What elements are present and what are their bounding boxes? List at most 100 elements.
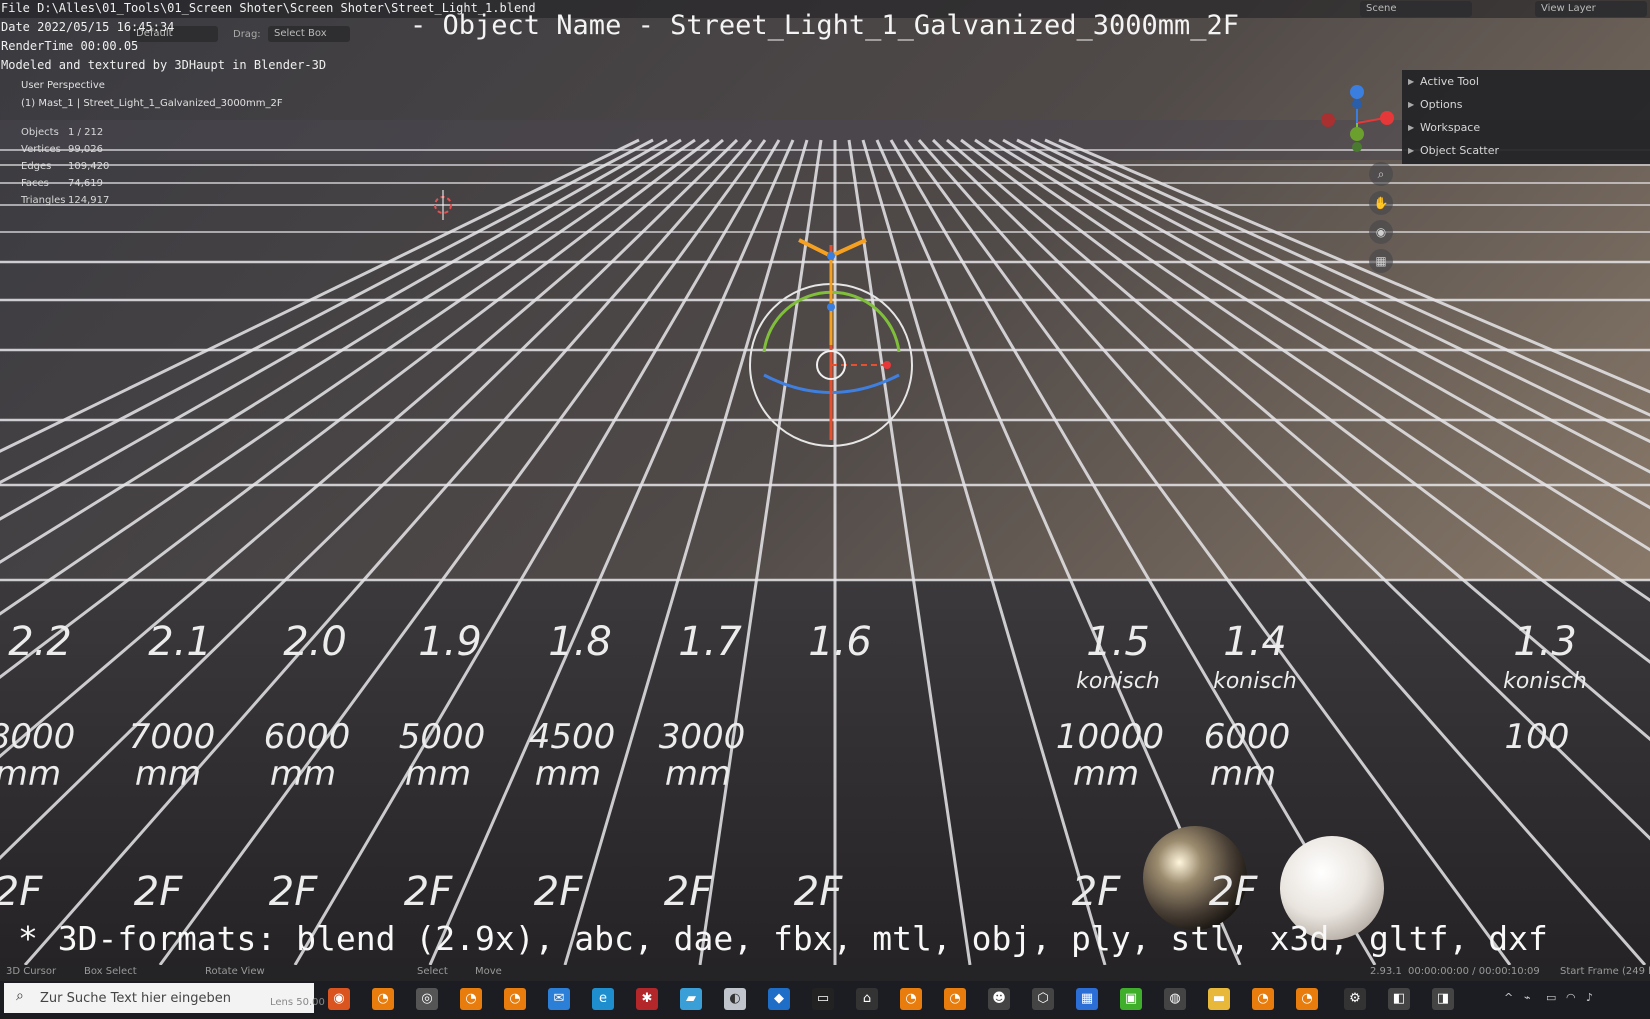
floor-number-label: 1.5 [1086,619,1150,665]
stat-value: 1 / 212 [68,127,104,138]
floor-level-label: 2F [1209,869,1258,915]
app-icon[interactable]: ◎ [416,988,438,1010]
floor-level-label: 2F [404,869,453,915]
floor-unit-label: mm [405,754,471,794]
camera-view-icon[interactable]: ◉ [1369,220,1393,244]
lens-readout: Lens 50.00 [270,997,325,1008]
formats-caption: * 3D-formats: blend (2.9x), abc, dae, fb… [18,919,1548,958]
tray-network-icon[interactable]: ⌁ [1524,991,1531,1004]
folder-icon[interactable]: ▬ [1208,988,1230,1010]
floor-number-label: 1.9 [418,619,482,665]
taskbar-search-box[interactable]: ⌕ Zur Suche Text hier eingeben [4,983,314,1013]
view-layer-selector[interactable]: View Layer [1535,1,1647,17]
ortho-grid-icon[interactable]: ▦ [1369,249,1393,273]
floor-level-label: 2F [1072,869,1121,915]
edge-browser-icon[interactable]: e [592,988,614,1010]
floor-number-label: 2.0 [283,619,347,665]
floor-size-label: 100 [1505,717,1570,757]
floor-unit-label: mm [665,754,731,794]
panda-icon[interactable]: ☻ [988,988,1010,1010]
floor-number-label: 1.4 [1223,619,1287,665]
blender-icon[interactable]: ◔ [1252,988,1274,1010]
status-cursor-hint: 3D Cursor [6,966,57,977]
3d-viewport[interactable]: 2.28000mm2F2.17000mm2F2.06000mm2F1.95000… [0,0,1650,1015]
sidebar-n-panel[interactable]: ▶ Active Tool ▶ Options ▶ Workspace ▶ Ob… [1402,70,1650,164]
status-move-hint: Move [475,966,502,977]
object-name-title: - Object Name - Street_Light_1_Galvanize… [410,10,1240,41]
cube-icon[interactable]: ⬡ [1032,988,1054,1010]
tray-volume-icon[interactable]: ♪ [1586,991,1593,1004]
panel-object-scatter[interactable]: Object Scatter [1420,144,1499,157]
zoom-icon[interactable]: ⌕ [1369,162,1393,186]
floor-level-label: 2F [664,869,713,915]
floor-size-label: 7000 [129,717,216,757]
app-icon[interactable]: ✱ [636,988,658,1010]
floor-unit-label: mm [1210,754,1276,794]
app-icon[interactable]: ◧ [1388,988,1410,1010]
panel-options[interactable]: Options [1420,98,1462,111]
app-icon[interactable]: ◐ [724,988,746,1010]
app-icon[interactable]: ▣ [1120,988,1142,1010]
gear-icon[interactable]: ⚙ [1344,988,1366,1010]
terminal-icon[interactable]: ▭ [812,988,834,1010]
floor-level-label: 2F [534,869,583,915]
floor-level-label: 2F [134,869,183,915]
credit-text: Modeled and textured by 3DHaupt in Blend… [1,58,327,72]
blender-icon[interactable]: ◔ [900,988,922,1010]
blender-version: 2.93.1 [1370,966,1402,977]
app-icon[interactable]: ◍ [1164,988,1186,1010]
tray-wifi-icon[interactable]: ◠ [1566,991,1576,1004]
floor-size-label: 5000 [399,717,486,757]
status-box-select-hint: Box Select [84,966,137,977]
floor-number-label: 2.1 [148,619,212,665]
start-frame-text: Start Frame (249 le [1560,966,1650,977]
app-icon[interactable]: ⌂ [856,988,878,1010]
search-input[interactable]: Zur Suche Text hier eingeben [40,991,231,1006]
tray-chevron-icon[interactable]: ^ [1504,991,1513,1004]
windows-taskbar: ⌕ Zur Suche Text hier eingeben Lens 50.0… [0,981,1650,1015]
blender-icon[interactable]: ◔ [460,988,482,1010]
stat-label: Triangles [21,195,66,206]
panel-active-tool[interactable]: Active Tool [1420,75,1479,88]
expand-triangle-icon[interactable]: ▶ [1408,146,1414,155]
floor-level-label: 2F [0,869,43,915]
expand-triangle-icon[interactable]: ▶ [1408,100,1414,109]
pan-hand-icon[interactable]: ✋ [1369,191,1393,215]
status-bar: 3D Cursor Box Select Rotate View Select … [0,965,1650,981]
panel-workspace[interactable]: Workspace [1420,121,1480,134]
blender-icon[interactable]: ◔ [1296,988,1318,1010]
floor-size-label: 8000 [0,717,75,757]
floor-number-label: 1.8 [548,619,612,665]
floor-size-label: 6000 [1204,717,1291,757]
stat-label: Edges [21,161,52,172]
date-text: Date 2022/05/15 16:45:34 [1,20,175,34]
tray-battery-icon[interactable]: ▭ [1546,991,1556,1004]
stat-value: 109,420 [68,161,110,172]
floor-type-label: konisch [1213,669,1297,694]
timecode: 00:00:00:00 / 00:00:10:09 [1408,966,1540,977]
expand-triangle-icon[interactable]: ▶ [1408,77,1414,86]
floor-number-label: 1.7 [678,619,742,665]
app-icon[interactable]: ◆ [768,988,790,1010]
stat-value: 124,917 [68,195,110,206]
floor-number-label: 2.2 [8,619,72,665]
app-icon[interactable]: ◨ [1432,988,1454,1010]
blender-icon[interactable]: ◔ [372,988,394,1010]
mail-icon[interactable]: ✉ [548,988,570,1010]
search-icon: ⌕ [16,988,24,1004]
calendar-icon[interactable]: ▦ [1076,988,1098,1010]
blender-icon[interactable]: ◔ [504,988,526,1010]
floor-unit-label: mm [1073,754,1139,794]
app-icon[interactable]: ▰ [680,988,702,1010]
floor-size-label: 10000 [1056,717,1164,757]
drag-select-dropdown[interactable]: Select Box [268,26,350,42]
firefox-icon[interactable]: ◉ [328,988,350,1010]
floor-number-label: 1.3 [1513,619,1577,665]
floor-unit-label: mm [0,754,61,794]
expand-triangle-icon[interactable]: ▶ [1408,123,1414,132]
floor-size-label: 3000 [659,717,746,757]
blender-icon[interactable]: ◔ [944,988,966,1010]
scene-selector[interactable]: Scene [1360,1,1472,17]
stat-value: 99,026 [68,144,103,155]
render-time-text: RenderTime 00:00.05 [1,39,139,53]
